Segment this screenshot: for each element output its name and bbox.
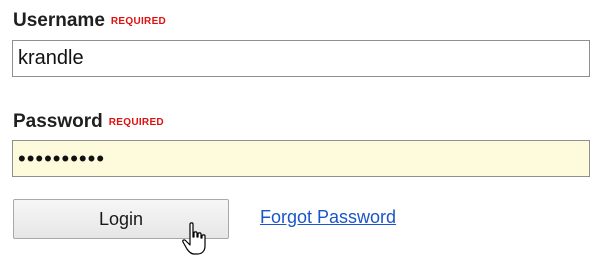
password-label-text: Password (13, 111, 103, 132)
username-input[interactable] (12, 40, 590, 77)
hand-pointer-icon (182, 222, 206, 255)
forgot-password-link[interactable]: Forgot Password (260, 207, 396, 228)
username-required-tag: REQUIRED (110, 16, 167, 27)
username-label-text: Username (13, 10, 105, 31)
password-label: Password REQUIRED (13, 111, 164, 133)
password-required-tag: REQUIRED (108, 117, 164, 128)
username-label: Username REQUIRED (13, 10, 166, 32)
password-input[interactable] (12, 140, 590, 177)
